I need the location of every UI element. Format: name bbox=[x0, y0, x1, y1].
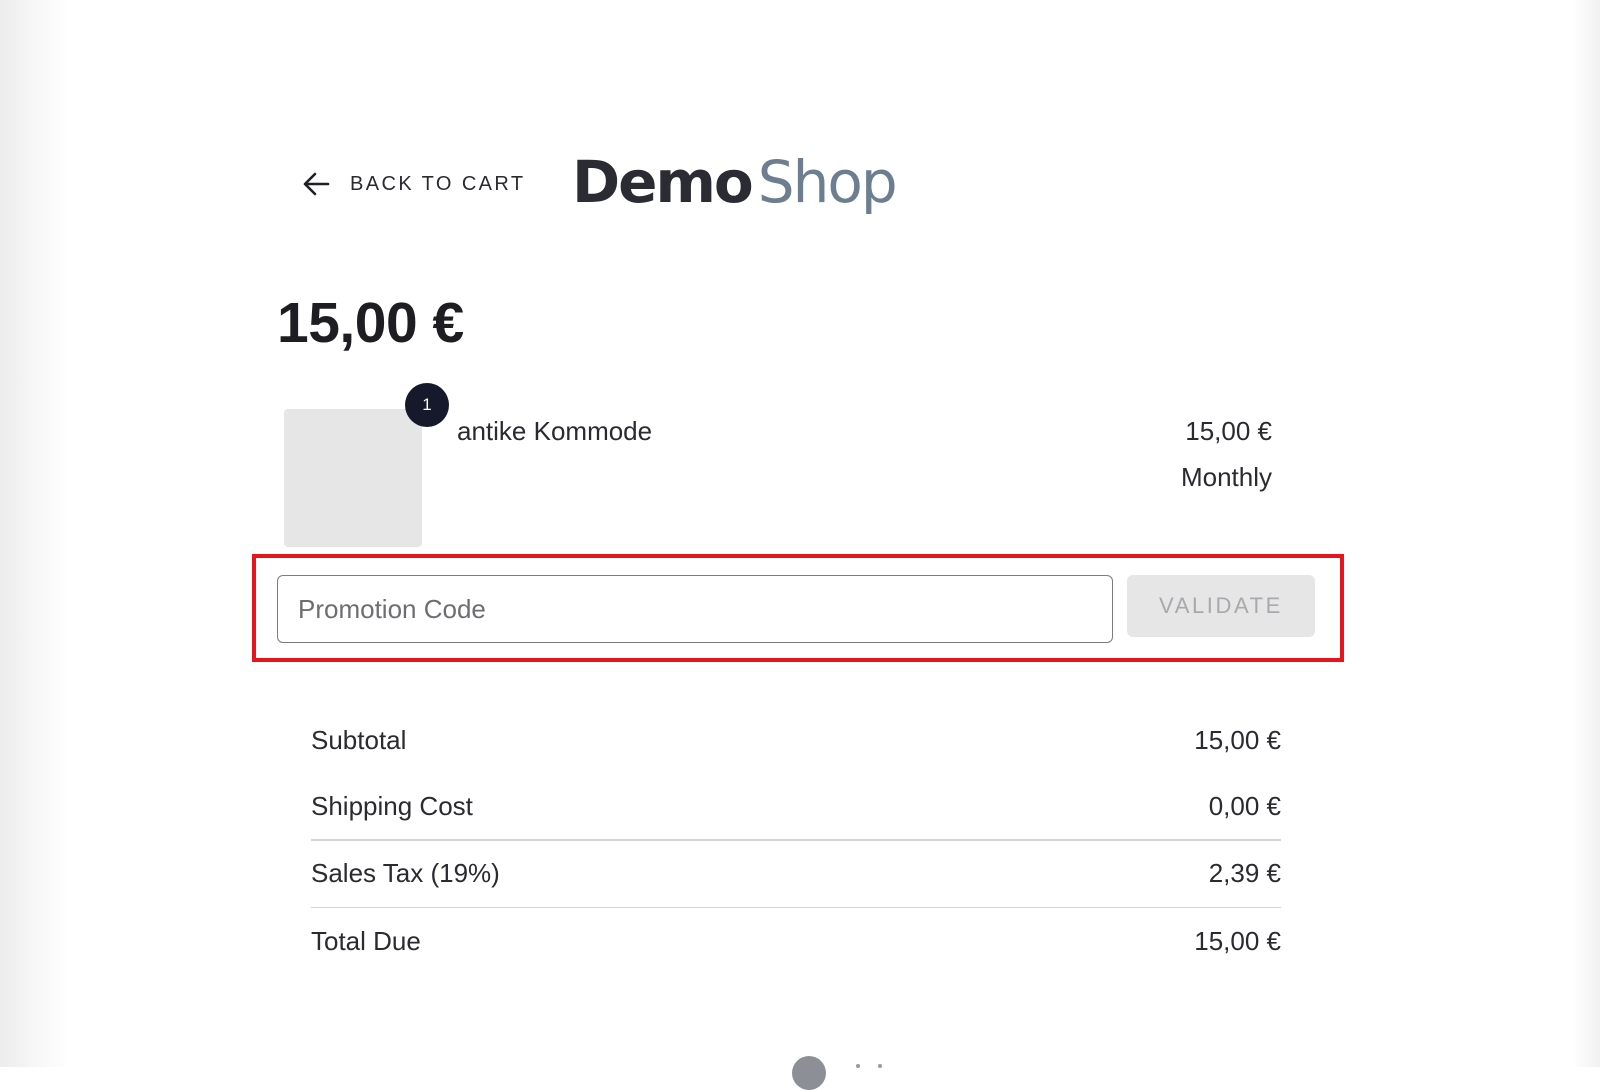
quantity-badge: 1 bbox=[405, 383, 449, 427]
summary-value: 2,39 € bbox=[1208, 858, 1281, 888]
summary-label: Total Due bbox=[311, 925, 421, 956]
back-to-cart-label: BACK TO CART bbox=[350, 172, 526, 195]
right-shadow bbox=[1572, 0, 1600, 1067]
loading-spinner-icon bbox=[792, 1056, 826, 1090]
arrow-left-icon bbox=[300, 168, 332, 200]
summary-label: Sales Tax (19%) bbox=[311, 858, 500, 888]
product-price: 15,00 € bbox=[1185, 416, 1272, 446]
summary-label: Subtotal bbox=[311, 724, 407, 755]
summary-row-shipping: Shipping Cost 0,00 € bbox=[311, 773, 1281, 839]
promotion-code-input[interactable] bbox=[277, 575, 1113, 643]
summary-value: 0,00 € bbox=[1208, 790, 1281, 821]
validate-button[interactable]: VALIDATE bbox=[1127, 575, 1315, 637]
summary-row-sales-tax: Sales Tax (19%) 2,39 € bbox=[311, 841, 1281, 907]
order-summary: Subtotal 15,00 € Shipping Cost 0,00 € Sa… bbox=[311, 707, 1281, 974]
summary-row-subtotal: Subtotal 15,00 € bbox=[311, 707, 1281, 773]
summary-row-total-due: Total Due 15,00 € bbox=[311, 908, 1281, 974]
product-image bbox=[284, 409, 422, 547]
product-billing-period: Monthly bbox=[1180, 462, 1272, 492]
summary-value: 15,00 € bbox=[1194, 724, 1281, 755]
logo-demo-text: Demo bbox=[572, 148, 754, 216]
logo-shop-text: Shop bbox=[757, 148, 898, 216]
left-shadow bbox=[0, 0, 70, 1067]
summary-label: Shipping Cost bbox=[311, 790, 473, 821]
summary-value: 15,00 € bbox=[1194, 925, 1281, 956]
order-total-amount: 15,00 € bbox=[277, 291, 464, 355]
product-name: antike Kommode bbox=[457, 416, 653, 446]
back-to-cart-link[interactable]: BACK TO CART bbox=[300, 168, 526, 200]
shop-logo: Demo Shop bbox=[572, 147, 898, 217]
